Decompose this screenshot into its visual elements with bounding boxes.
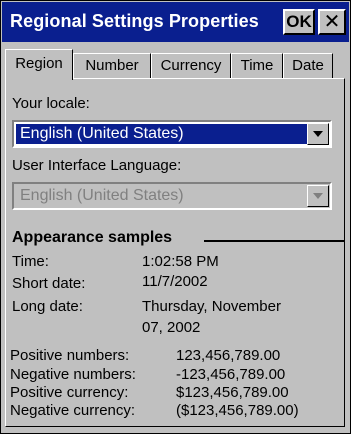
tab-region[interactable]: Region	[5, 49, 73, 80]
ui-language-dropdown-button	[307, 185, 329, 207]
time-value: 1:02:58 PM	[142, 253, 219, 270]
chevron-down-icon	[313, 193, 323, 199]
positive-currency-label: Positive currency:	[10, 384, 129, 401]
section-divider	[204, 240, 344, 242]
regional-settings-window: Regional Settings Properties OK ✕ Region…	[0, 0, 351, 434]
ui-language-dropdown: English (United States)	[12, 182, 332, 210]
positive-currency-value: $123,456,789.00	[176, 384, 289, 401]
close-button[interactable]: ✕	[318, 9, 346, 35]
short-date-label: Short date:	[12, 275, 86, 292]
long-date-value-line1: Thursday, November	[142, 298, 281, 315]
positive-numbers-label: Positive numbers:	[10, 347, 130, 364]
tab-date[interactable]: Date	[283, 53, 333, 78]
long-date-label: Long date:	[12, 298, 83, 315]
negative-currency-value: ($123,456,789.00)	[176, 402, 299, 419]
positive-numbers-value: 123,456,789.00	[176, 347, 281, 364]
locale-label: Your locale:	[12, 95, 90, 112]
ok-button[interactable]: OK	[283, 9, 315, 35]
ui-language-label: User Interface Language:	[12, 157, 182, 174]
negative-numbers-label: Negative numbers:	[10, 366, 136, 383]
region-panel: Your locale: English (United States) Use…	[5, 78, 345, 427]
appearance-samples-heading: Appearance samples	[12, 229, 173, 246]
negative-currency-label: Negative currency:	[10, 402, 136, 419]
time-label: Time:	[12, 253, 49, 270]
locale-dropdown-button[interactable]	[307, 123, 329, 145]
negative-numbers-value: -123,456,789.00	[176, 366, 286, 383]
chevron-down-icon	[313, 131, 323, 137]
locale-selected-value: English (United States)	[16, 124, 309, 144]
tab-currency[interactable]: Currency	[151, 53, 231, 78]
close-icon: ✕	[323, 11, 341, 33]
long-date-value-line2: 07, 2002	[142, 319, 201, 336]
window-title: Regional Settings Properties	[10, 11, 259, 31]
ui-language-value: English (United States)	[20, 187, 184, 204]
tab-number[interactable]: Number	[73, 53, 151, 78]
locale-dropdown[interactable]: English (United States)	[12, 120, 332, 148]
title-bar: Regional Settings Properties OK ✕	[2, 2, 349, 42]
short-date-value: 11/7/2002	[142, 273, 208, 290]
tab-time[interactable]: Time	[231, 53, 283, 78]
